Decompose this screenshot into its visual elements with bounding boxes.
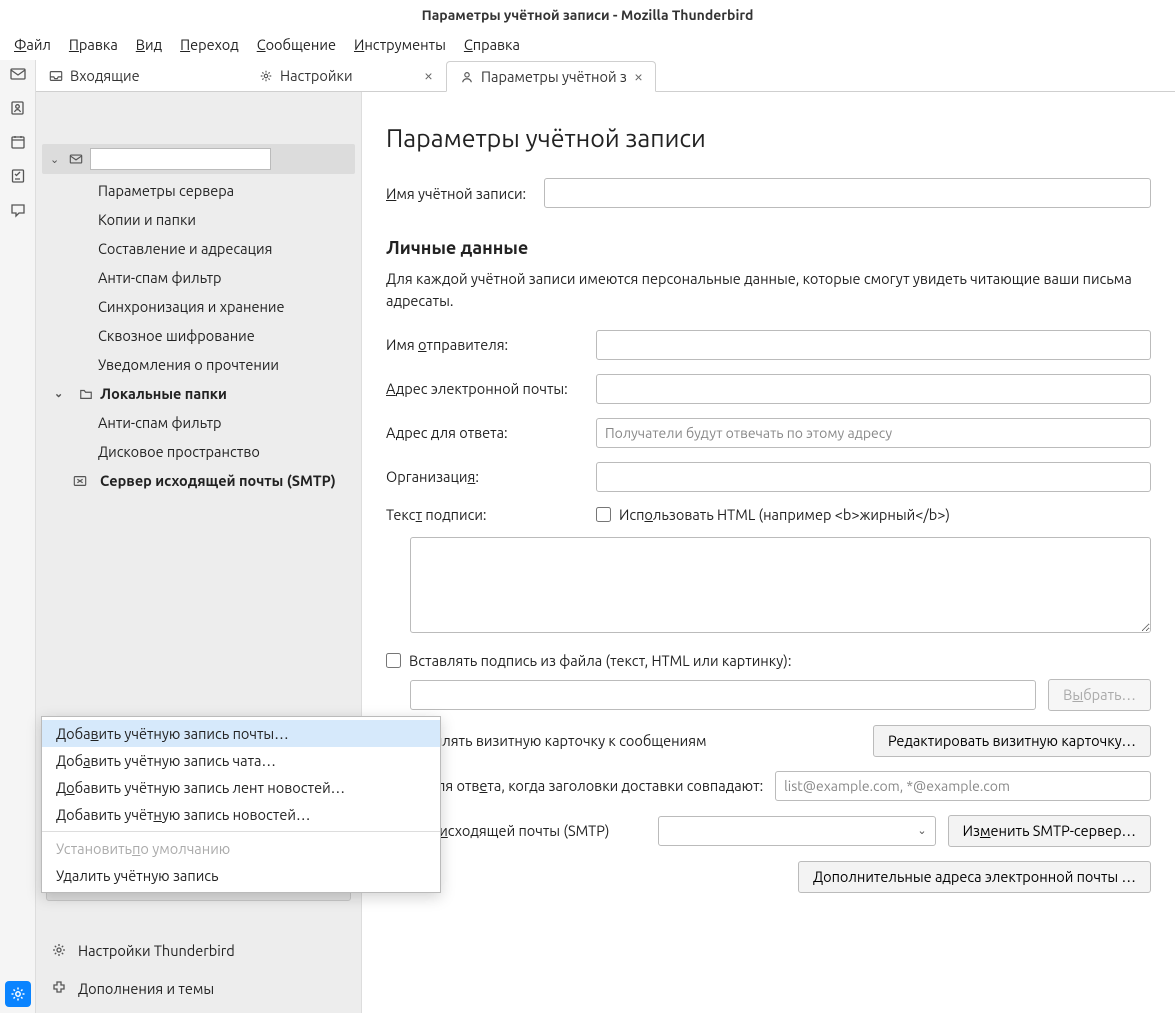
sidebar-item-server[interactable]: Параметры сервера — [42, 176, 355, 205]
reply-match-field[interactable] — [775, 771, 1151, 801]
use-html-checkbox[interactable] — [596, 507, 611, 522]
personal-desc: Для каждой учётной записи имеются персон… — [386, 268, 1151, 312]
browse-button: Выбрать… — [1048, 679, 1151, 711]
menu-tools[interactable]: Инструменты — [346, 32, 454, 57]
sidebar-item-local-junk[interactable]: Анти-спам фильтр — [42, 408, 355, 437]
reply-to-field[interactable] — [596, 418, 1151, 448]
menu-file[interactable]: Файл — [6, 32, 59, 57]
close-icon[interactable]: × — [424, 67, 433, 85]
signature-textarea[interactable] — [410, 537, 1151, 633]
email-label: Адрес электронной почты: — [386, 380, 596, 397]
addon-icon — [50, 979, 68, 997]
addressbook-space-icon[interactable] — [8, 98, 28, 118]
account-name-label: Имя учётной записи: — [386, 185, 544, 202]
tab-account-label: Параметры учётной з — [481, 68, 627, 85]
gear-icon — [50, 941, 68, 959]
reply-match-label: ес для ответа, когда заголовки доставки … — [410, 777, 763, 794]
sig-file-field[interactable] — [410, 680, 1036, 710]
menu-add-mail-account[interactable]: Добавить учётную запись почты… — [42, 720, 440, 747]
account-settings-pane: Параметры учётной записи Имя учётной зап… — [362, 92, 1175, 1013]
sidebar-item-local-folders[interactable]: ⌄ Локальные папки — [42, 379, 355, 408]
menu-view[interactable]: Вид — [128, 32, 170, 57]
close-icon[interactable]: × — [634, 68, 643, 86]
tasks-space-icon[interactable] — [8, 166, 28, 186]
org-field[interactable] — [596, 462, 1151, 492]
settings-space-icon[interactable] — [5, 981, 31, 1007]
menu-add-chat-account[interactable]: Добавить учётную запись чата… — [42, 747, 440, 774]
menu-set-default: Установить по умолчанию — [42, 835, 440, 862]
chevron-down-icon: ⌄ — [917, 824, 926, 837]
account-name-field[interactable] — [544, 178, 1151, 208]
gear-icon — [258, 68, 274, 84]
menu-add-news-account[interactable]: Добавить учётную запись новостей… — [42, 801, 440, 828]
chat-space-icon[interactable] — [8, 200, 28, 220]
sender-name-label: Имя отправителя: — [386, 336, 596, 353]
email-field[interactable] — [596, 374, 1151, 404]
sidebar-item-sync[interactable]: Синхронизация и хранение — [42, 292, 355, 321]
spaces-toolbar — [0, 60, 36, 1013]
account-actions-menu: Добавить учётную запись почты… Добавить … — [41, 716, 441, 893]
sidebar-item-local-disk[interactable]: Дисковое пространство — [42, 437, 355, 466]
window-title: Параметры учётной записи - Mozilla Thund… — [0, 0, 1175, 30]
menu-message[interactable]: Сообщение — [249, 32, 344, 57]
account-row[interactable]: ⌄ — [42, 144, 355, 174]
folder-icon — [78, 386, 94, 402]
menu-help[interactable]: Справка — [456, 32, 528, 57]
sidebar-item-composition[interactable]: Составление и адресация — [42, 234, 355, 263]
sig-text-label: Текст подписи: — [386, 506, 596, 523]
sidebar-item-smtp[interactable]: Сервер исходящей почты (SMTP) — [42, 466, 355, 495]
personal-heading: Личные данные — [386, 238, 1151, 258]
sidebar-item-mdn[interactable]: Уведомления о прочтении — [42, 350, 355, 379]
tab-account-settings[interactable]: Параметры учётной з × — [446, 61, 656, 92]
attach-vcard-label: креплять визитную карточку к сообщениям — [410, 732, 707, 749]
reply-to-label: Адрес для ответа: — [386, 424, 596, 441]
menu-delete-account[interactable]: Удалить учётную запись — [42, 862, 440, 889]
thunderbird-settings-link[interactable]: Настройки Thunderbird — [46, 935, 351, 965]
account-name-input[interactable] — [90, 148, 271, 170]
sidebar-item-junk[interactable]: Анти-спам фильтр — [42, 263, 355, 292]
use-html-label: Использовать HTML (например <b>жирный</b… — [619, 506, 950, 523]
mail-account-icon — [68, 151, 84, 167]
tab-strip: Входящие Настройки × Параметры учётной з… — [36, 60, 1175, 92]
edit-smtp-button[interactable]: Изменить SMTP-сервер… — [948, 815, 1151, 847]
org-label: Организация: — [386, 468, 596, 485]
file-sig-checkbox[interactable] — [386, 653, 401, 668]
menu-edit[interactable]: Правка — [61, 32, 126, 57]
calendar-space-icon[interactable] — [8, 132, 28, 152]
sender-name-field[interactable] — [596, 330, 1151, 360]
tab-settings[interactable]: Настройки × — [246, 60, 446, 91]
sidebar-item-copies[interactable]: Копии и папки — [42, 205, 355, 234]
mail-space-icon[interactable] — [8, 64, 28, 84]
smtp-select[interactable]: ⌄ — [658, 816, 936, 846]
chevron-down-icon[interactable]: ⌄ — [54, 387, 66, 400]
tab-inbox[interactable]: Входящие — [36, 60, 246, 91]
edit-vcard-button[interactable]: Редактировать визитную карточку… — [873, 725, 1151, 757]
tab-settings-label: Настройки — [280, 67, 353, 84]
menu-add-feed-account[interactable]: Добавить учётную запись лент новостей… — [42, 774, 440, 801]
account-icon — [459, 69, 475, 85]
menubar: Файл Правка Вид Переход Сообщение Инстру… — [0, 30, 1175, 60]
chevron-down-icon[interactable]: ⌄ — [50, 153, 62, 166]
menu-go[interactable]: Переход — [172, 32, 247, 57]
smtp-icon — [72, 473, 88, 489]
file-sig-label: Вставлять подпись из файла (текст, HTML … — [409, 652, 791, 669]
inbox-icon — [48, 68, 64, 84]
page-title: Параметры учётной записи — [386, 124, 1151, 152]
sidebar-item-e2e[interactable]: Сквозное шифрование — [42, 321, 355, 350]
addons-themes-link[interactable]: Дополнения и темы — [46, 973, 351, 1003]
tab-inbox-label: Входящие — [70, 67, 140, 84]
more-addresses-button[interactable]: Дополнительные адреса электронной почты … — [798, 861, 1151, 893]
